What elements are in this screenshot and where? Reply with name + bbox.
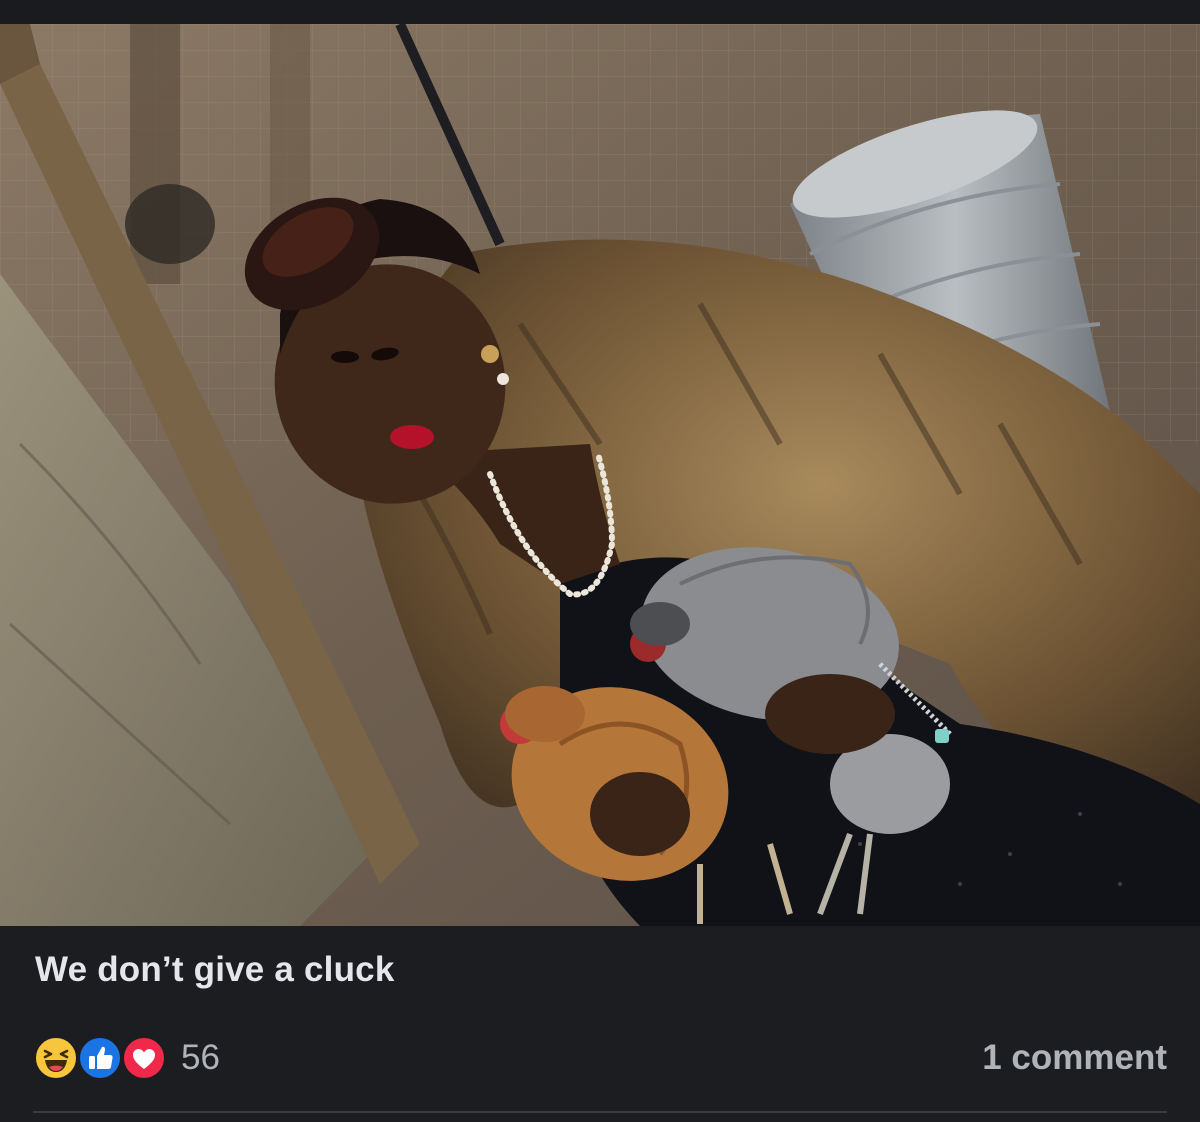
post-photo[interactable] (0, 24, 1200, 926)
love-icon (121, 1035, 167, 1081)
comment-count-link[interactable]: 1 comment (982, 1038, 1167, 1078)
divider (33, 1111, 1167, 1113)
reaction-count[interactable]: 56 (181, 1038, 220, 1078)
reaction-icons[interactable] (33, 1034, 173, 1082)
like-icon (77, 1035, 123, 1081)
haha-icon (33, 1035, 79, 1081)
reactions-bar: 56 1 comment (33, 1034, 1167, 1082)
post-caption: We don’t give a cluck (35, 950, 395, 989)
post-frame: We don’t give a cluck 56 1 comment (0, 0, 1200, 1122)
photo-illustration (0, 24, 1200, 926)
top-bar (0, 0, 1200, 24)
